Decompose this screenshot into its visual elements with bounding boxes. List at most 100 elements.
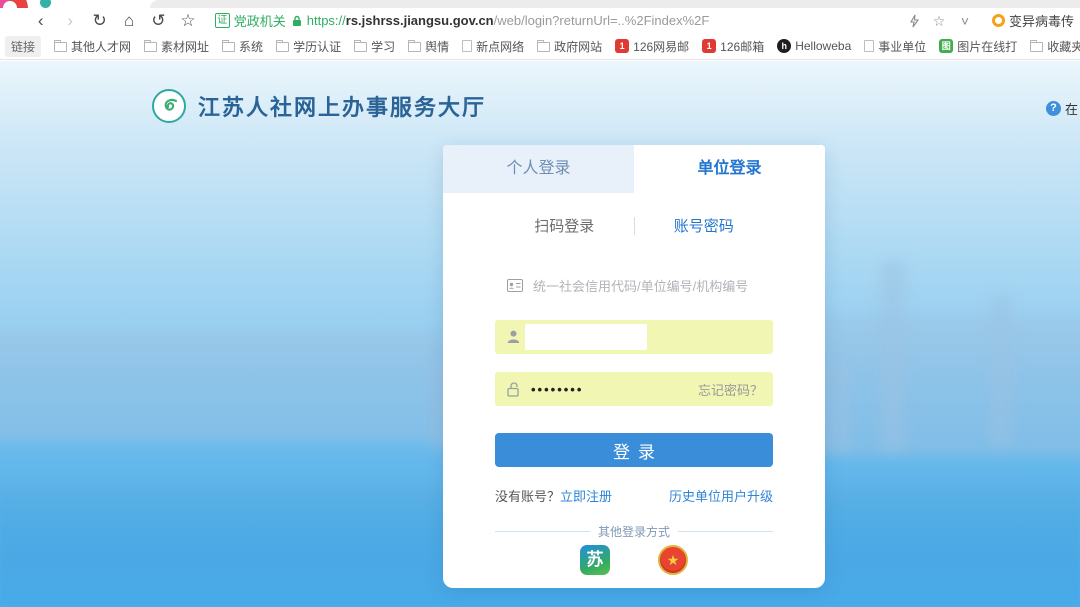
undo-icon[interactable]: ↺ <box>144 10 173 32</box>
password-input[interactable]: •••••••• 忘记密码？ <box>495 372 773 406</box>
home-icon[interactable]: ⌂ <box>114 10 143 32</box>
tab-unit-login[interactable]: 单位登录 <box>634 145 825 193</box>
no-account-text: 没有账号？ <box>495 486 560 505</box>
site-header: 江苏人社网上办事服务大厅 <box>152 89 486 123</box>
login-button[interactable]: 登录 <box>495 433 773 467</box>
forgot-password-link[interactable]: 忘记密码？ <box>698 380 763 399</box>
bookmark-item[interactable]: 收藏夹栏 <box>1030 38 1080 55</box>
page-icon <box>864 40 874 52</box>
bookmark-item[interactable]: 1 126网易邮 <box>615 38 689 55</box>
flash-icon[interactable] <box>902 14 926 28</box>
jiangsu-hrss-logo-icon <box>152 89 186 123</box>
other-login-methods: 苏 ★ <box>443 545 825 575</box>
user-icon <box>507 330 520 344</box>
password-mask: •••••••• <box>531 382 583 397</box>
bookmark-item[interactable]: 政府网站 <box>537 38 602 55</box>
browser-window: ‹ › ↻ ⌂ ↺ ☆ 证 党政机关 https://rs.jshrss.jia… <box>0 0 1080 607</box>
bookmark-label: 其他人才网 <box>71 38 131 55</box>
bookmark-item[interactable]: 1126邮箱 <box>702 38 764 55</box>
username-input[interactable] <box>495 320 773 354</box>
other-login-label: 其他登录方式 <box>598 523 670 540</box>
bookmark-item[interactable]: 链接 <box>5 36 41 57</box>
id-card-icon <box>507 279 523 292</box>
forward-icon[interactable]: › <box>55 10 84 32</box>
url-host: rs.jshrss.jiangsu.gov.cn <box>346 13 494 28</box>
page-icon <box>462 40 472 52</box>
bookmark-item[interactable]: 学历认证 <box>276 38 341 55</box>
bookmark-label: 图片在线打 <box>957 38 1017 55</box>
bookmark-item[interactable]: 其他人才网 <box>54 38 131 55</box>
history-user-upgrade-link[interactable]: 历史单位用户升级 <box>669 486 773 505</box>
login-subtabs: 扫码登录 账号密码 <box>495 215 773 236</box>
redacted-username-value <box>525 324 647 350</box>
jiangsu-su-app-icon[interactable]: 苏 <box>580 545 610 575</box>
bookmark-label: 事业单位 <box>878 38 926 55</box>
page-title: 江苏人社网上办事服务大厅 <box>198 90 486 122</box>
bookmark-label: 素材网址 <box>161 38 209 55</box>
bookmark-label: 学历认证 <box>293 38 341 55</box>
folder-icon <box>144 42 157 52</box>
webpage-viewport: 江苏人社网上办事服务大厅 ? 在 个人登录 单位登录 扫码登录 账号密码 <box>0 61 1080 607</box>
bookmark-item[interactable]: 事业单位 <box>864 38 926 55</box>
bookmark-label: 链接 <box>5 36 41 57</box>
city-skyline <box>820 316 1080 456</box>
dropdown-chevron-icon[interactable]: ˅ <box>952 10 978 32</box>
lock-icon <box>507 382 521 397</box>
city-tower <box>880 261 906 451</box>
address-bar[interactable]: 证 党政机关 https://rs.jshrss.jiangsu.gov.cn/… <box>215 11 902 30</box>
login-form: 扫码登录 账号密码 统一社会信用代码/单位编号/机构编号 <box>443 193 825 588</box>
favorite-star-icon[interactable]: ☆ <box>926 10 952 32</box>
tab-personal-login[interactable]: 个人登录 <box>443 145 634 193</box>
folder-icon <box>222 42 235 52</box>
tab-strip-background <box>150 0 1080 8</box>
tab-strip <box>0 0 1080 8</box>
site-favicon-icon: 1 <box>615 39 629 53</box>
ssl-lock-icon <box>292 15 302 27</box>
other-login-divider: 其他登录方式 <box>495 523 773 540</box>
bookmarks-bar: 链接 其他人才网 素材网址 系统 学历认证 学习 舆情新点网络 政府网站 1 126网易邮 1126… <box>0 33 1080 60</box>
url-path: /web/login?returnUrl=..%2Findex%2F <box>494 13 710 28</box>
credit-code-placeholder: 统一社会信用代码/单位编号/机构编号 <box>533 276 748 295</box>
bookmark-label: 学习 <box>371 38 395 55</box>
bookmark-item[interactable]: 学习 <box>354 38 395 55</box>
news-ticker[interactable]: 变异病毒传 <box>992 11 1080 30</box>
register-link[interactable]: 立即注册 <box>560 486 612 505</box>
bookmark-label: 舆情 <box>425 38 449 55</box>
divider-line <box>495 531 590 532</box>
bookmark-item[interactable]: 舆情 <box>408 38 449 55</box>
bookmark-item[interactable]: h Helloweba <box>777 39 851 53</box>
site-category-label: 党政机关 <box>234 11 286 30</box>
browser-toolbar: ‹ › ↻ ⌂ ↺ ☆ 证 党政机关 https://rs.jshrss.jia… <box>0 8 1080 33</box>
site-favicon-icon: 图 <box>939 39 953 53</box>
subtab-account-password[interactable]: 账号密码 <box>635 215 774 236</box>
folder-icon <box>1030 42 1043 52</box>
bookmark-item[interactable]: 素材网址 <box>144 38 209 55</box>
folder-icon <box>276 42 289 52</box>
site-favicon-icon: 1 <box>702 39 716 53</box>
bookmark-item[interactable]: 系统 <box>222 38 263 55</box>
city-tower <box>990 296 1012 446</box>
folder-icon <box>408 42 421 52</box>
ticker-ring-icon <box>992 14 1005 27</box>
site-favicon-icon: h <box>777 39 791 53</box>
refresh-icon[interactable]: ↻ <box>85 10 114 32</box>
bookmark-label: 政府网站 <box>554 38 602 55</box>
bookmark-label: 系统 <box>239 38 263 55</box>
bookmark-label: Helloweba <box>795 39 851 53</box>
ticker-text: 变异病毒传 <box>1009 11 1074 30</box>
bookmark-item[interactable]: 图图片在线打 <box>939 38 1017 55</box>
login-card: 个人登录 单位登录 扫码登录 账号密码 统 <box>443 145 825 588</box>
subtab-scan-login[interactable]: 扫码登录 <box>495 215 634 236</box>
toolbar-right-icons: ☆ ˅ 变异病毒传 <box>902 10 1080 32</box>
cert-badge-icon: 证 <box>215 13 230 28</box>
online-help-link[interactable]: ? 在 <box>1046 99 1078 118</box>
bookmark-star-icon[interactable]: ☆ <box>173 10 202 32</box>
folder-icon <box>537 42 550 52</box>
back-icon[interactable]: ‹ <box>26 10 55 32</box>
bookmark-item[interactable]: 新点网络 <box>462 38 524 55</box>
bookmark-label: 126网易邮 <box>633 38 689 55</box>
national-emblem-icon[interactable]: ★ <box>658 545 688 575</box>
folder-icon <box>54 42 67 52</box>
city-skyline <box>0 331 500 441</box>
credit-code-input[interactable]: 统一社会信用代码/单位编号/机构编号 <box>495 268 773 302</box>
